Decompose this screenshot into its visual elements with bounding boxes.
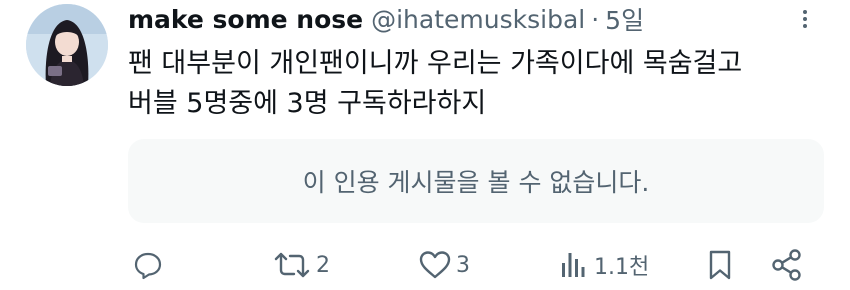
display-name[interactable]: make some nose [128, 5, 363, 34]
quote-unavailable-text: 이 인용 게시물을 볼 수 없습니다. [302, 168, 650, 197]
like-button[interactable]: 3 [418, 245, 470, 285]
retweet-button[interactable]: 2 [272, 245, 330, 285]
tweet-text-line: 버블 5명중에 3명 구독하라하지 [128, 88, 487, 119]
bookmark-icon [709, 250, 731, 280]
separator-dot: · [591, 4, 600, 34]
avatar[interactable] [26, 4, 108, 86]
timestamp[interactable]: 5일 [605, 1, 644, 37]
tweet-header: make some nose @ihatemusksibal · 5일 [128, 2, 644, 36]
reply-icon [134, 252, 162, 280]
user-handle[interactable]: @ihatemusksibal [371, 5, 585, 34]
more-button[interactable] [786, 2, 824, 36]
quote-card[interactable]: 이 인용 게시물을 볼 수 없습니다. [128, 139, 824, 223]
action-bar: 2 3 1.1천 [128, 245, 824, 285]
views-chart-icon [562, 253, 585, 277]
like-count: 3 [456, 252, 470, 278]
more-dots-icon [803, 10, 807, 28]
bookmark-button[interactable] [704, 245, 736, 285]
share-button[interactable] [770, 245, 804, 285]
avatar-image [26, 4, 108, 86]
reply-button[interactable] [132, 245, 168, 285]
heart-icon [419, 251, 451, 279]
tweet-text-line: 팬 대부분이 개인팬이니까 우리는 가족이다에 목숨걸고 [128, 48, 743, 79]
tweet-text: 팬 대부분이 개인팬이니까 우리는 가족이다에 목숨걸고 버블 5명중에 3명 … [128, 44, 828, 124]
retweet-count: 2 [316, 252, 330, 278]
retweet-icon [274, 252, 310, 278]
views-button[interactable]: 1.1천 [558, 245, 649, 285]
views-count: 1.1천 [594, 255, 650, 280]
share-icon [772, 249, 801, 281]
